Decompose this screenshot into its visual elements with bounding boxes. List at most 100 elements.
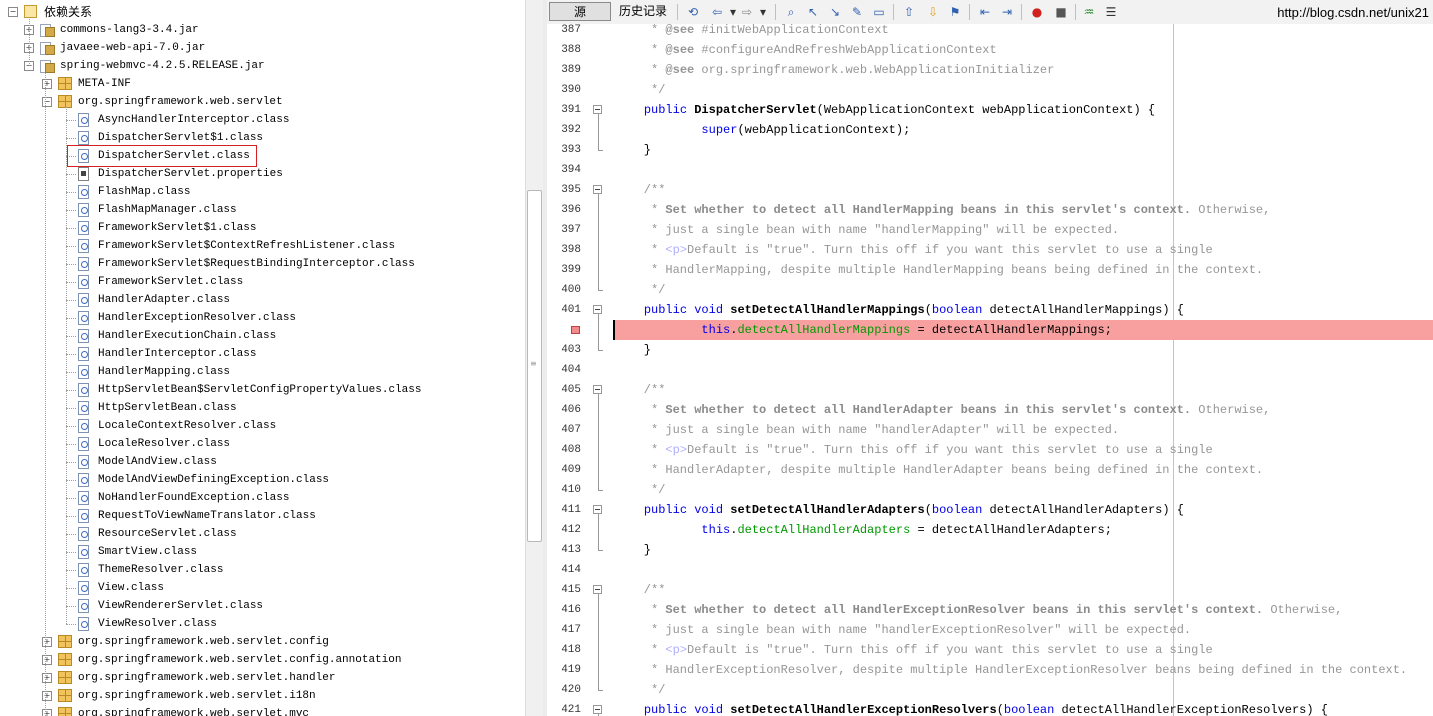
expand-toggle-icon[interactable]: + — [42, 637, 52, 647]
fold-collapse-icon[interactable] — [593, 385, 602, 394]
code-line[interactable]: 403 } — [547, 340, 1433, 360]
tree-node-class[interactable]: ModelAndViewDefiningException.class — [0, 471, 520, 489]
code-line[interactable]: 396 * Set whether to detect all HandlerM… — [547, 200, 1433, 220]
tree-node-class[interactable]: HandlerAdapter.class — [0, 291, 520, 309]
tree-node-package[interactable]: + org.springframework.web.servlet.handler — [0, 669, 520, 687]
code-line-breakpoint[interactable]: this.detectAllHandlerMappings = detectAl… — [547, 320, 1433, 340]
tree-node-class[interactable]: LocaleContextResolver.class — [0, 417, 520, 435]
start-macro-record-icon[interactable]: ● — [1029, 4, 1045, 20]
tree-node-class[interactable]: HttpServletBean.class — [0, 399, 520, 417]
code-line[interactable]: 405 /** — [547, 380, 1433, 491]
tree-node-class[interactable]: FrameworkServlet.class — [0, 273, 520, 291]
tree-node-class[interactable]: View.class — [0, 579, 520, 597]
forward-icon[interactable]: ⇨ — [739, 4, 755, 20]
fold-collapse-icon[interactable] — [593, 105, 602, 114]
code-line[interactable]: 419 * HandlerExceptionResolver, despite … — [547, 660, 1433, 680]
stop-macro-record-icon[interactable]: ■ — [1053, 4, 1069, 20]
code-line[interactable]: 416 * Set whether to detect all HandlerE… — [547, 600, 1433, 620]
forward-dropdown-icon[interactable]: ▾ — [755, 4, 771, 20]
code-line[interactable]: 421 public void setDetectAllHandlerExcep… — [547, 700, 1433, 716]
next-bookmark-icon[interactable]: ⇩ — [925, 4, 941, 20]
breakpoint-icon[interactable] — [571, 326, 580, 334]
code-line[interactable]: 393 } — [547, 140, 1433, 160]
tree-node-package[interactable]: + org.springframework.web.servlet.config — [0, 633, 520, 651]
code-line[interactable]: 412 this.detectAllHandlerAdapters = dete… — [547, 520, 1433, 540]
code-line[interactable]: 398 * <p>Default is "true". Turn this of… — [547, 240, 1433, 260]
previous-bookmark-icon[interactable]: ⇧ — [901, 4, 917, 20]
code-line[interactable]: 410 */ — [547, 480, 1433, 500]
comment-icon[interactable]: ♒ — [1081, 4, 1097, 20]
uncomment-icon[interactable]: ☰ — [1103, 4, 1119, 20]
tree-node-class[interactable]: FrameworkServlet$ContextRefreshListener.… — [0, 237, 520, 255]
code-line[interactable]: 407 * just a single bean with name "hand… — [547, 420, 1433, 440]
tree-node-jar[interactable]: − spring-webmvc-4.2.5.RELEASE.jar — [0, 57, 520, 75]
tree-node-class[interactable]: FrameworkServlet$1.class — [0, 219, 520, 237]
collapse-toggle-icon[interactable]: − — [42, 97, 52, 107]
tree-node-jar[interactable]: + javaee-web-api-7.0.jar — [0, 39, 520, 57]
tree-node-class[interactable]: FlashMap.class — [0, 183, 520, 201]
expand-toggle-icon[interactable]: + — [42, 79, 52, 89]
code-line[interactable]: 404 — [547, 360, 1433, 380]
code-line[interactable]: 409 * HandlerAdapter, despite multiple H… — [547, 460, 1433, 480]
code-line[interactable]: 408 * <p>Default is "true". Turn this of… — [547, 440, 1433, 460]
code-line[interactable]: 406 * Set whether to detect all HandlerA… — [547, 400, 1433, 420]
tree-node-class[interactable]: NoHandlerFoundException.class — [0, 489, 520, 507]
fold-collapse-icon[interactable] — [593, 185, 602, 194]
last-edit-icon[interactable]: ⟲ — [685, 4, 701, 20]
code-line[interactable]: 387 * @see #initWebApplicationContext — [547, 24, 1433, 40]
tree-node-dependencies[interactable]: − 依赖关系 — [0, 3, 520, 21]
code-line[interactable]: 395 /** — [547, 180, 1433, 291]
tree-node-package[interactable]: − org.springframework.web.servlet — [0, 93, 520, 111]
tree-scrollbar[interactable]: ≡ — [525, 0, 544, 716]
code-line[interactable]: 418 * <p>Default is "true". Turn this of… — [547, 640, 1433, 660]
tab-source[interactable]: 源 — [549, 2, 611, 21]
back-icon[interactable]: ⇦ — [709, 4, 725, 20]
tree-node-class[interactable]: DispatcherServlet.properties — [0, 165, 520, 183]
tree-node-meta-inf[interactable]: + META-INF — [0, 75, 520, 93]
tree-node-class[interactable]: ResourceServlet.class — [0, 525, 520, 543]
find-previous-icon[interactable]: ↖ — [805, 4, 821, 20]
tree-node-class[interactable]: HandlerInterceptor.class — [0, 345, 520, 363]
fold-collapse-icon[interactable] — [593, 585, 602, 594]
code-line[interactable]: 389 * @see org.springframework.web.WebAp… — [547, 60, 1433, 80]
code-line[interactable]: 401 public void setDetectAllHandlerMappi… — [547, 300, 1433, 351]
tree-node-class[interactable]: FrameworkServlet$RequestBindingIntercept… — [0, 255, 520, 273]
expand-toggle-icon[interactable]: + — [42, 691, 52, 701]
tree-node-class[interactable]: HandlerExceptionResolver.class — [0, 309, 520, 327]
code-line[interactable]: 392 super(webApplicationContext); — [547, 120, 1433, 140]
code-line[interactable]: 417 * just a single bean with name "hand… — [547, 620, 1433, 640]
toggle-bookmark-icon[interactable]: ⚑ — [947, 4, 963, 20]
tree-node-class[interactable]: FlashMapManager.class — [0, 201, 520, 219]
tree-node-class[interactable]: ModelAndView.class — [0, 453, 520, 471]
code-line[interactable]: 394 — [547, 160, 1433, 180]
tree-node-class[interactable]: HttpServletBean$ServletConfigPropertyVal… — [0, 381, 520, 399]
code-line[interactable]: 420 */ — [547, 680, 1433, 700]
code-line[interactable]: 413 } — [547, 540, 1433, 560]
tree-node-class[interactable]: ThemeResolver.class — [0, 561, 520, 579]
tree-node-class[interactable]: ViewResolver.class — [0, 615, 520, 633]
code-line[interactable]: 411 public void setDetectAllHandlerAdapt… — [547, 500, 1433, 551]
tree-node-package[interactable]: + org.springframework.web.servlet.mvc — [0, 705, 520, 716]
code-line[interactable]: 388 * @see #configureAndRefreshWebApplic… — [547, 40, 1433, 60]
toggle-highlight-icon[interactable]: ✎ — [849, 4, 865, 20]
tree-node-class[interactable]: RequestToViewNameTranslator.class — [0, 507, 520, 525]
tree-node-class[interactable]: HandlerExecutionChain.class — [0, 327, 520, 345]
code-line[interactable]: 414 — [547, 560, 1433, 580]
collapse-toggle-icon[interactable]: − — [8, 7, 18, 17]
tree-node-class[interactable]: AsyncHandlerInterceptor.class — [0, 111, 520, 129]
expand-toggle-icon[interactable]: + — [42, 709, 52, 716]
toggle-rect-select-icon[interactable]: ▭ — [871, 4, 887, 20]
shift-left-icon[interactable]: ⇤ — [977, 4, 993, 20]
expand-toggle-icon[interactable]: + — [42, 655, 52, 665]
shift-right-icon[interactable]: ⇥ — [999, 4, 1015, 20]
tree-node-class[interactable]: SmartView.class — [0, 543, 520, 561]
tree-node-package[interactable]: + org.springframework.web.servlet.i18n — [0, 687, 520, 705]
fold-collapse-icon[interactable] — [593, 505, 602, 514]
code-line[interactable]: 391 public DispatcherServlet(WebApplicat… — [547, 100, 1433, 151]
expand-toggle-icon[interactable]: + — [42, 673, 52, 683]
tree-node-class[interactable]: ViewRendererServlet.class — [0, 597, 520, 615]
tree-node-class[interactable]: LocaleResolver.class — [0, 435, 520, 453]
code-editor[interactable]: 387 * @see #initWebApplicationContext 388… — [547, 24, 1433, 716]
find-icon[interactable]: ⌕ — [783, 4, 799, 20]
code-line[interactable]: 397 * just a single bean with name "hand… — [547, 220, 1433, 240]
